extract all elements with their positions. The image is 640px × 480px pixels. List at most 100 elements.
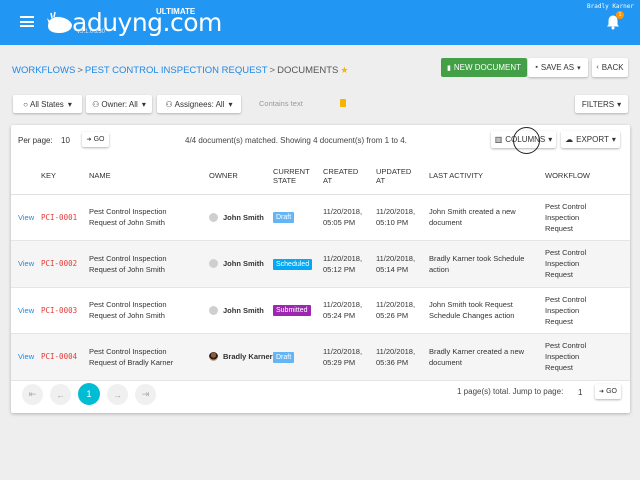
caret-down-icon: ▾ (611, 135, 616, 144)
export-button[interactable]: ☁ EXPORT ▾ (561, 131, 620, 148)
owner-name: John Smith (223, 212, 264, 222)
header-updated[interactable]: UPDATED AT (376, 158, 429, 195)
app-version: v5.1.0.230 (77, 29, 106, 35)
document-name-line1: Pest Control Inspection (89, 207, 167, 217)
breadcrumb: WORKFLOWS > PEST CONTROL INSPECTION REQUES… (12, 65, 348, 76)
logo-edition-label: ULTIMATE (156, 7, 196, 16)
last-page-button[interactable]: ⇥ (135, 384, 156, 405)
menu-icon[interactable] (20, 16, 34, 27)
view-link[interactable]: View (11, 352, 34, 361)
updated-time: 05:10 PM (376, 218, 409, 228)
jump-to-page-input[interactable]: 1 (578, 388, 582, 397)
table-header-row: KEY NAME OWNER CURRENT STATE CREATED AT UP… (11, 158, 630, 195)
circle-icon: ○ (23, 99, 29, 109)
save-icon: ▪ (535, 64, 538, 71)
breadcrumb-workflows[interactable]: WORKFLOWS (12, 65, 75, 76)
updated-date: 11/20/2018, (376, 346, 416, 356)
table-row[interactable]: View PCI-0004 Pest Control Inspection Req… (11, 333, 630, 381)
document-key: PCI-0001 (41, 212, 78, 222)
save-as-button[interactable]: ▪ SAVE AS ▾ (528, 58, 588, 77)
activity-line2: document (429, 218, 462, 228)
document-name-line2: Request of John Smith (89, 311, 165, 321)
updated-time: 05:26 PM (376, 311, 409, 321)
workflow-line3: Request (545, 223, 573, 233)
status-badge: Draft (273, 212, 295, 224)
header-created-line2: AT (323, 175, 333, 185)
table-row[interactable]: View PCI-0002 Pest Control Inspection Req… (11, 240, 630, 288)
per-page-go-button[interactable]: ➜ GO (82, 132, 109, 147)
updated-time: 05:14 PM (376, 264, 409, 274)
activity-line1: John Smith took Request (429, 300, 513, 310)
created-time: 05:05 PM (323, 218, 356, 228)
view-link[interactable]: View (11, 306, 34, 315)
header-state[interactable]: CURRENT STATE (273, 158, 323, 195)
prev-page-button[interactable]: ← (50, 384, 71, 405)
header-state-line1: CURRENT (273, 166, 310, 176)
pages-total-text: 1 page(s) total. Jump to page: (457, 387, 564, 396)
document-name-line1: Pest Control Inspection (89, 346, 167, 356)
state-filter-dropdown[interactable]: ○ All States ▾ (13, 95, 82, 113)
page-1-button[interactable]: 1 (78, 383, 100, 405)
status-badge: Submitted (273, 305, 311, 317)
owner-name: Bradly Karner (223, 352, 273, 362)
caret-down-icon: ▾ (67, 99, 72, 109)
status-badge: Draft (273, 351, 295, 363)
table-row[interactable]: View PCI-0003 Pest Control Inspection Req… (11, 287, 630, 334)
chevron-left-icon: ‹ (596, 64, 599, 71)
avatar (209, 212, 218, 222)
caret-down-icon: ▾ (228, 99, 233, 109)
filters-label: FILTERS (581, 99, 615, 109)
header-created[interactable]: CREATED AT (323, 158, 376, 195)
header-workflow[interactable]: WORKFLOW (545, 158, 630, 195)
status-badge: Scheduled (273, 258, 313, 270)
per-page-input[interactable]: 10 (61, 136, 70, 145)
per-page-label: Per page: (18, 136, 53, 145)
new-document-button[interactable]: ▮ NEW DOCUMENT (441, 58, 527, 77)
header-name[interactable]: NAME (89, 158, 209, 195)
arrow-right-icon: ➜ (599, 389, 605, 395)
filters-button[interactable]: FILTERS ▾ (575, 95, 628, 113)
avatar (209, 352, 218, 362)
header-view (11, 158, 41, 195)
view-link[interactable]: View (11, 259, 34, 268)
created-date: 11/20/2018, (323, 207, 363, 217)
header-owner[interactable]: OWNER (209, 158, 273, 195)
caret-down-icon: ▾ (617, 99, 622, 109)
activity-line1: John Smith created a new (429, 207, 516, 217)
updated-date: 11/20/2018, (376, 207, 416, 217)
search-icon[interactable] (340, 99, 346, 107)
assignees-filter-dropdown[interactable]: ⚇ Assignees: All ▾ (157, 95, 241, 113)
star-icon[interactable]: ★ (340, 65, 348, 75)
current-user-name: Bradly Karner (587, 3, 634, 10)
cloud-download-icon: ☁ (565, 135, 574, 144)
owner-filter-dropdown[interactable]: ⚇ Owner: All ▾ (86, 95, 152, 113)
jump-go-button[interactable]: ➜ GO (595, 384, 621, 399)
table-row[interactable]: View PCI-0001 Pest Control Inspection Req… (11, 194, 630, 241)
activity-line1: Bradly Karner took Schedule (429, 253, 525, 263)
search-input[interactable]: Contains text (259, 99, 303, 108)
activity-line2: document (429, 357, 462, 367)
activity-line2: action (429, 264, 450, 274)
workflow-line2: Inspection (545, 212, 580, 222)
go-label: GO (93, 136, 105, 143)
notification-badge: 1 (616, 11, 624, 19)
document-key: PCI-0004 (41, 352, 78, 362)
breadcrumb-workflow-name[interactable]: PEST CONTROL INSPECTION REQUEST (85, 65, 268, 76)
document-name-line2: Request of Bradly Karner (89, 357, 174, 367)
workflow-line3: Request (545, 363, 573, 373)
header-updated-line2: AT (376, 175, 386, 185)
caret-down-icon: ▾ (548, 135, 553, 144)
header-key[interactable]: KEY (41, 158, 89, 195)
view-link[interactable]: View (11, 213, 34, 222)
header-updated-line1: UPDATED (376, 166, 412, 176)
updated-date: 11/20/2018, (376, 253, 416, 263)
first-page-button[interactable]: ⇤ (22, 384, 43, 405)
header-activity[interactable]: LAST ACTIVITY (429, 158, 545, 195)
workflow-line2: Inspection (545, 305, 580, 315)
caret-down-icon: ▾ (141, 99, 146, 109)
breadcrumb-separator: > (269, 65, 276, 76)
back-button[interactable]: ‹ BACK (592, 58, 628, 77)
whale-logo-icon (47, 11, 72, 33)
assignees-filter-label: Assignees: All (174, 99, 225, 109)
next-page-button[interactable]: → (107, 384, 128, 405)
